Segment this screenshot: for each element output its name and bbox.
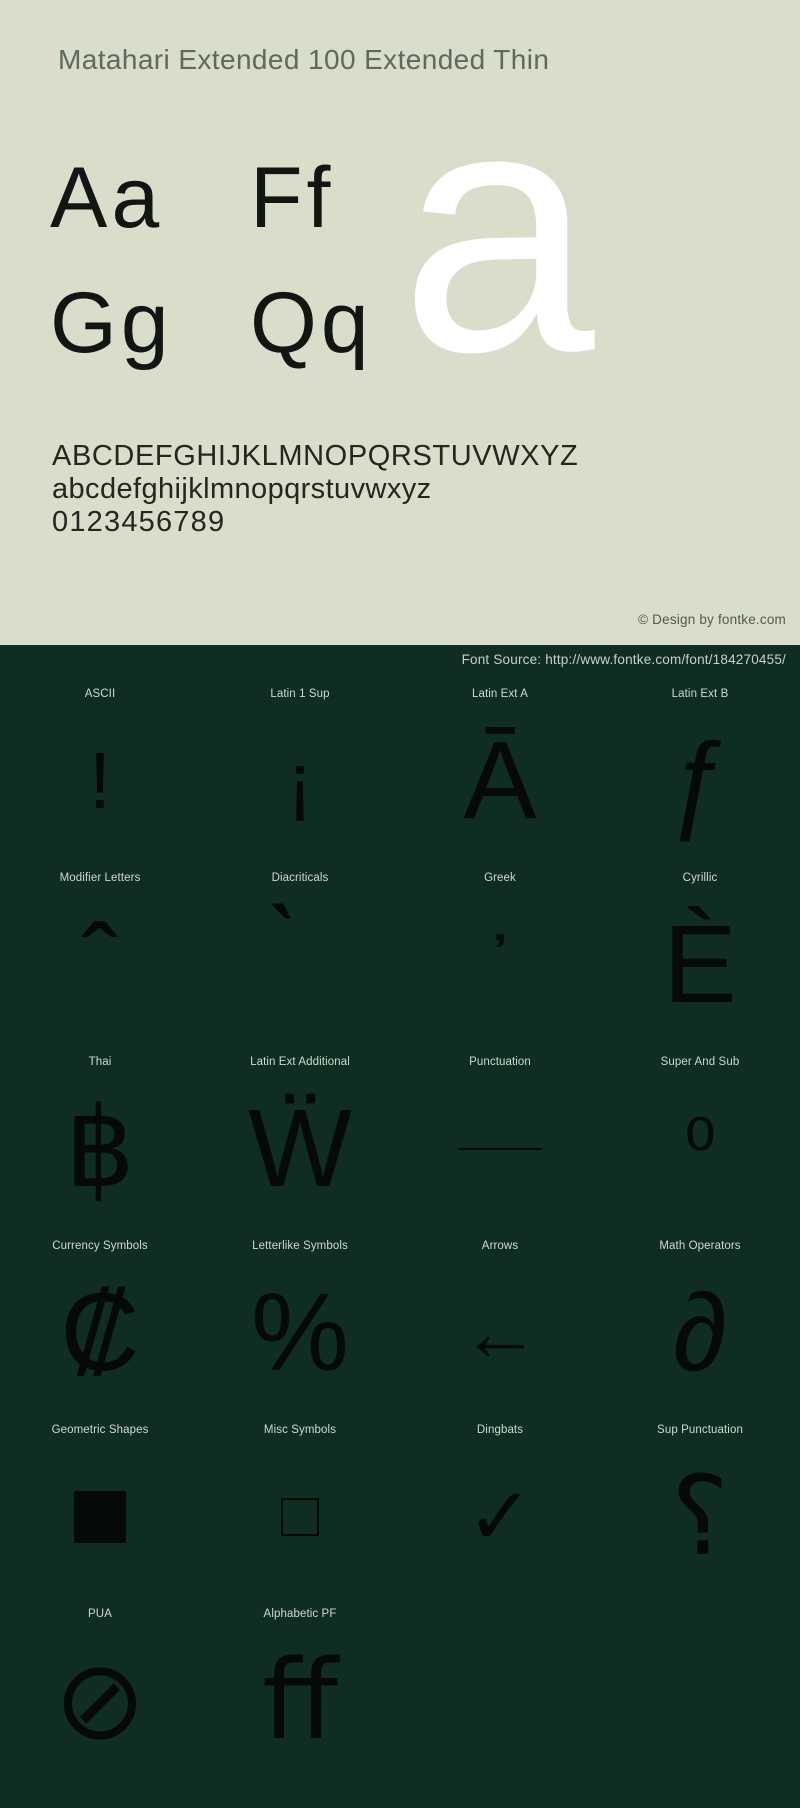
- letter-pair-row: Gg Qq: [50, 280, 450, 405]
- unicode-block-sample-glyph: !: [88, 736, 112, 825]
- font-specimen-page: a Matahari Extended 100 Extended Thin Aa…: [0, 0, 800, 1808]
- unicode-block-latin-ext-a[interactable]: Latin Ext A Ā: [408, 687, 593, 871]
- unicode-block-punctuation[interactable]: Punctuation: [408, 1055, 593, 1239]
- filled-square-icon: [74, 1491, 126, 1543]
- unicode-block-sample-glyph: ̀: [208, 895, 393, 1035]
- unicode-block-label: Cyrillic: [682, 872, 718, 884]
- unicode-block-label: Sup Punctuation: [657, 1424, 743, 1436]
- unicode-block-row: Geometric Shapes Misc Symbols Dingbats ✓ Sup…: [0, 1423, 800, 1607]
- unicode-block-grid: ASCII! Latin 1 Sup ¡ Latin Ext A Ā Latin Ext …: [0, 687, 800, 1791]
- unicode-block-latin-1-sup[interactable]: Latin 1 Sup ¡: [208, 687, 393, 871]
- unicode-block-label: Modifier Letters: [59, 872, 141, 884]
- unicode-block-modifier-letters[interactable]: Modifier Letters ˆ: [8, 871, 193, 1055]
- unicode-block-label: Misc Symbols: [263, 1424, 337, 1436]
- unicode-block-label: Dingbats: [476, 1424, 524, 1436]
- font-name-title: Matahari Extended 100 Extended Thin: [58, 44, 550, 75]
- unicode-block-sample-glyph: ฿: [65, 1087, 135, 1210]
- alphabet-block: ABCDEFGHIJKLMNOPQRSTUVWXYZ abcdefghijklm…: [52, 440, 752, 539]
- unicode-block-greek[interactable]: Greek ᾽: [408, 871, 593, 1055]
- open-square-icon: [281, 1498, 319, 1536]
- letter-pair-qq: Qq: [250, 275, 373, 371]
- unicode-block-cyrillic[interactable]: Cyrillic Ѐ: [608, 871, 793, 1055]
- unicode-block-label: Latin Ext B: [671, 688, 729, 700]
- unicode-block-diacriticals[interactable]: Diacriticals̀: [208, 871, 393, 1055]
- unicode-block-label: Punctuation: [469, 1056, 531, 1068]
- unicode-block-sample-glyph: Ā: [463, 719, 537, 842]
- unicode-block-label: Latin 1 Sup: [270, 688, 330, 700]
- alphabet-uppercase: ABCDEFGHIJKLMNOPQRSTUVWXYZ: [52, 440, 579, 472]
- unicode-block-latin-ext-b[interactable]: Latin Ext B ƒ: [608, 687, 793, 871]
- unicode-block-sample-glyph: Ѐ: [663, 903, 737, 1026]
- unicode-block-label: Latin Ext A: [471, 688, 529, 700]
- letter-pair-ff: Ff: [250, 150, 335, 246]
- unicode-block-sample-glyph: ⊘: [53, 1639, 147, 1762]
- unicode-block-label: Geometric Shapes: [51, 1424, 149, 1436]
- unicode-block-label: Alphabetic PF: [263, 1608, 337, 1620]
- unicode-block-arrows[interactable]: Arrows ←: [408, 1239, 593, 1423]
- unicode-block-label: Latin Ext Additional: [250, 1056, 350, 1068]
- letter-pair-gg: Gg: [50, 275, 173, 371]
- unicode-block-row: Thai ฿ Latin Ext Additional Ẅ Punctuation Sup…: [0, 1055, 800, 1239]
- unicode-block-sup-punctuation[interactable]: Sup Punctuation ⸮: [608, 1423, 793, 1607]
- unicode-block-sample-glyph: ₡: [60, 1271, 140, 1394]
- letter-pair-row: Aa Ff: [50, 155, 450, 280]
- unicode-block-thai[interactable]: Thai ฿: [8, 1055, 193, 1239]
- letter-pair-aa: Aa: [50, 150, 164, 246]
- unicode-block-sample-glyph: ƒ: [669, 719, 731, 842]
- unicode-block-sample-glyph: ﬀ: [262, 1639, 338, 1762]
- unicode-block-label: Currency Symbols: [52, 1240, 148, 1252]
- unicode-block-sample-glyph: ⸮: [670, 1455, 730, 1578]
- unicode-coverage-section: Font Source: http://www.fontke.com/font/…: [0, 645, 800, 1808]
- unicode-block-label: Letterlike Symbols: [252, 1240, 348, 1252]
- unicode-block-sample-glyph: ∂: [672, 1271, 728, 1394]
- unicode-block-letterlike-symbols[interactable]: Letterlike Symbols%: [208, 1239, 393, 1423]
- unicode-block-label: Diacriticals: [271, 872, 329, 884]
- unicode-block-sample-glyph: ✓: [466, 1472, 534, 1561]
- unicode-block-label: Thai: [88, 1056, 112, 1068]
- unicode-block-sample-glyph: [208, 1447, 393, 1587]
- unicode-block-latin-ext-additional[interactable]: Latin Ext Additional Ẅ: [208, 1055, 393, 1239]
- unicode-block-currency-symbols[interactable]: Currency Symbols ₡: [8, 1239, 193, 1423]
- unicode-block-alphabetic-pf[interactable]: Alphabetic PF ﬀ: [208, 1607, 393, 1791]
- unicode-block-row: ASCII! Latin 1 Sup ¡ Latin Ext A Ā Latin Ext …: [0, 687, 800, 871]
- font-source-link[interactable]: Font Source: http://www.fontke.com/font/…: [462, 652, 786, 667]
- digit-sequence: 0123456789: [52, 506, 226, 538]
- unicode-block-label: PUA: [88, 1608, 112, 1620]
- letter-pair-grid: Aa Ff Gg Qq: [50, 155, 450, 405]
- unicode-block-label: Arrows: [481, 1240, 519, 1252]
- unicode-block-sample-glyph: ˆ: [81, 903, 119, 1026]
- unicode-block-misc-symbols[interactable]: Misc Symbols: [208, 1423, 393, 1607]
- unicode-block-pua[interactable]: PUA ⊘: [8, 1607, 193, 1791]
- copyright-notice: © Design by fontke.com: [638, 612, 786, 627]
- unicode-block-sample-glyph: [8, 1447, 193, 1587]
- unicode-block-sample-glyph: ←: [460, 1288, 540, 1377]
- specimen-section: a Matahari Extended 100 Extended Thin Aa…: [0, 0, 800, 645]
- unicode-block-sample-glyph: ⁰: [683, 1104, 717, 1193]
- unicode-block-label: Greek: [484, 872, 516, 884]
- em-dash-icon: [458, 1148, 542, 1150]
- unicode-block-geometric-shapes[interactable]: Geometric Shapes: [8, 1423, 193, 1607]
- unicode-block-row: PUA ⊘ Alphabetic PF ﬀ: [0, 1607, 800, 1791]
- alphabet-lowercase: abcdefghijklmnopqrstuvwxyz: [52, 473, 432, 505]
- unicode-block-super-and-sub[interactable]: Super And Sub ⁰: [608, 1055, 793, 1239]
- unicode-block-sample-glyph: ᾽: [486, 920, 514, 1009]
- unicode-block-row: Modifier Letters ˆ Diacriticals̀ Greek ᾽ Cyri…: [0, 871, 800, 1055]
- unicode-block-sample-glyph: ¡: [286, 736, 314, 825]
- unicode-block-dingbats[interactable]: Dingbats ✓: [408, 1423, 593, 1607]
- unicode-block-ascii[interactable]: ASCII!: [8, 687, 193, 871]
- unicode-block-label: Super And Sub: [660, 1056, 740, 1068]
- unicode-block-sample-glyph: %: [251, 1271, 349, 1394]
- unicode-block-sample-glyph: Ẅ: [248, 1087, 352, 1210]
- unicode-block-label: ASCII: [84, 688, 116, 700]
- unicode-block-row: Currency Symbols ₡ Letterlike Symbols% Arro…: [0, 1239, 800, 1423]
- unicode-block-label: Math Operators: [659, 1240, 741, 1252]
- unicode-block-sample-glyph: [408, 1079, 593, 1219]
- unicode-block-math-operators[interactable]: Math Operators ∂: [608, 1239, 793, 1423]
